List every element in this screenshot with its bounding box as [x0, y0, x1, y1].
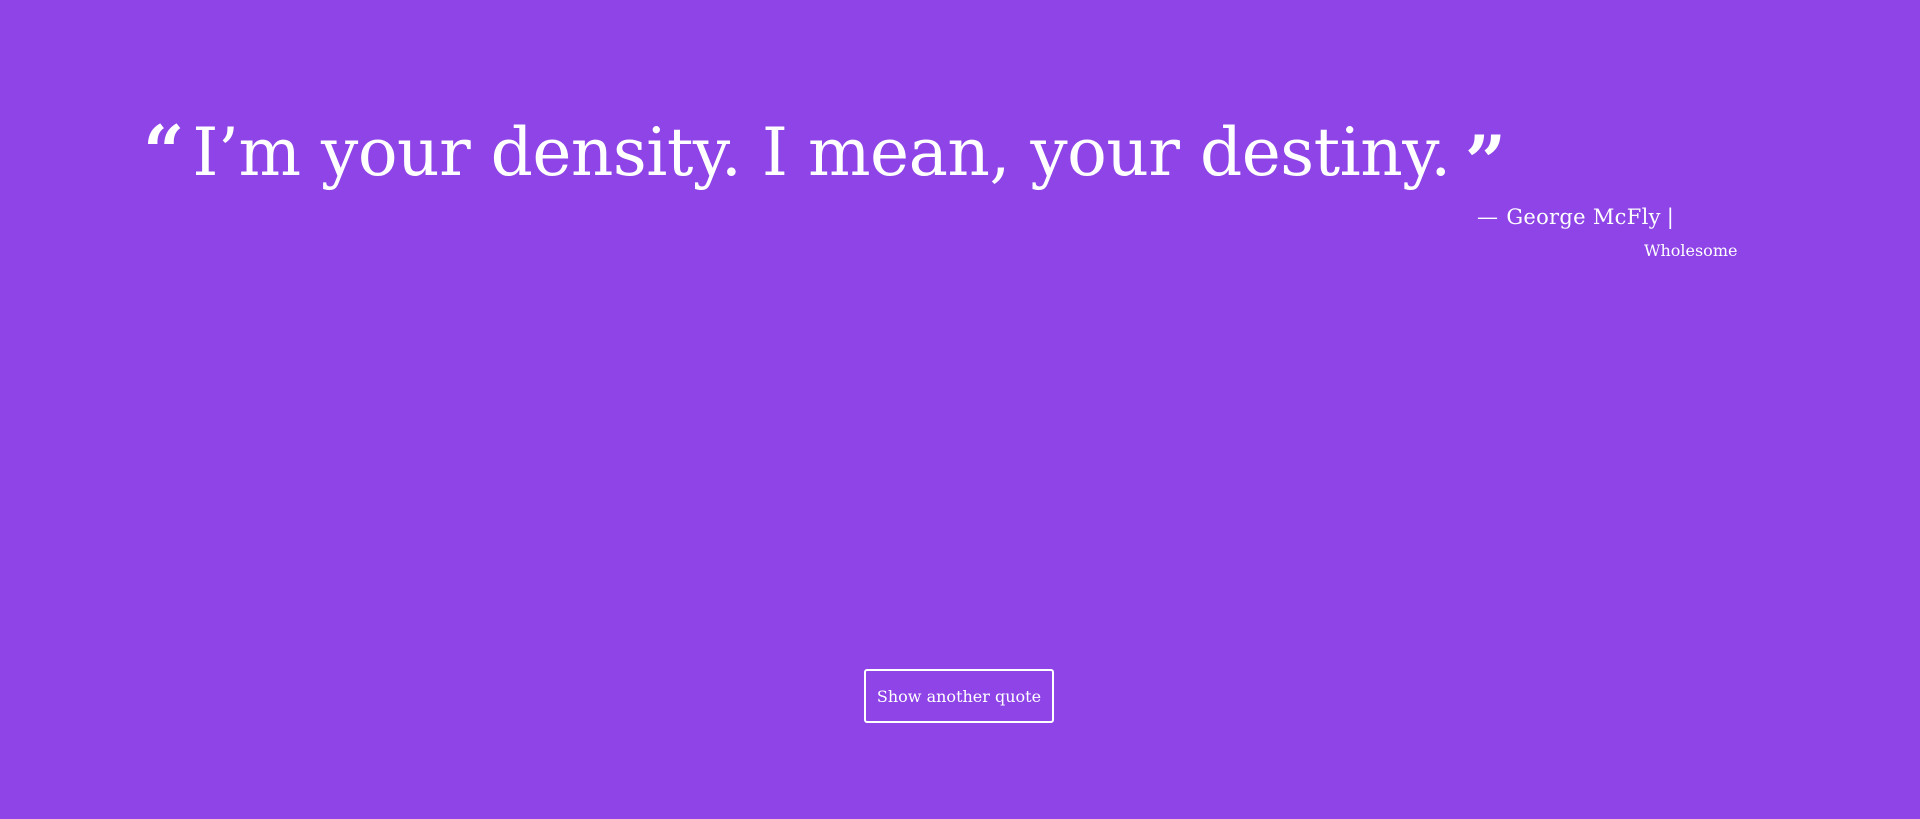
attribution-separator: |	[1666, 205, 1675, 229]
close-quote-icon: ”	[1464, 119, 1507, 204]
attribution-dash: —	[1477, 205, 1499, 229]
quote-block: “ I’m your density. I mean, your destiny…	[143, 108, 1506, 198]
quote-text: I’m your density. I mean, your destiny.	[192, 114, 1451, 191]
show-another-quote-button[interactable]: Show another quote	[864, 669, 1054, 723]
author-name: George McFly	[1506, 205, 1661, 229]
open-quote-icon: “	[143, 109, 185, 194]
attribution: — George McFly |	[1477, 203, 1674, 231]
quote-tag: Wholesome	[1644, 241, 1738, 260]
